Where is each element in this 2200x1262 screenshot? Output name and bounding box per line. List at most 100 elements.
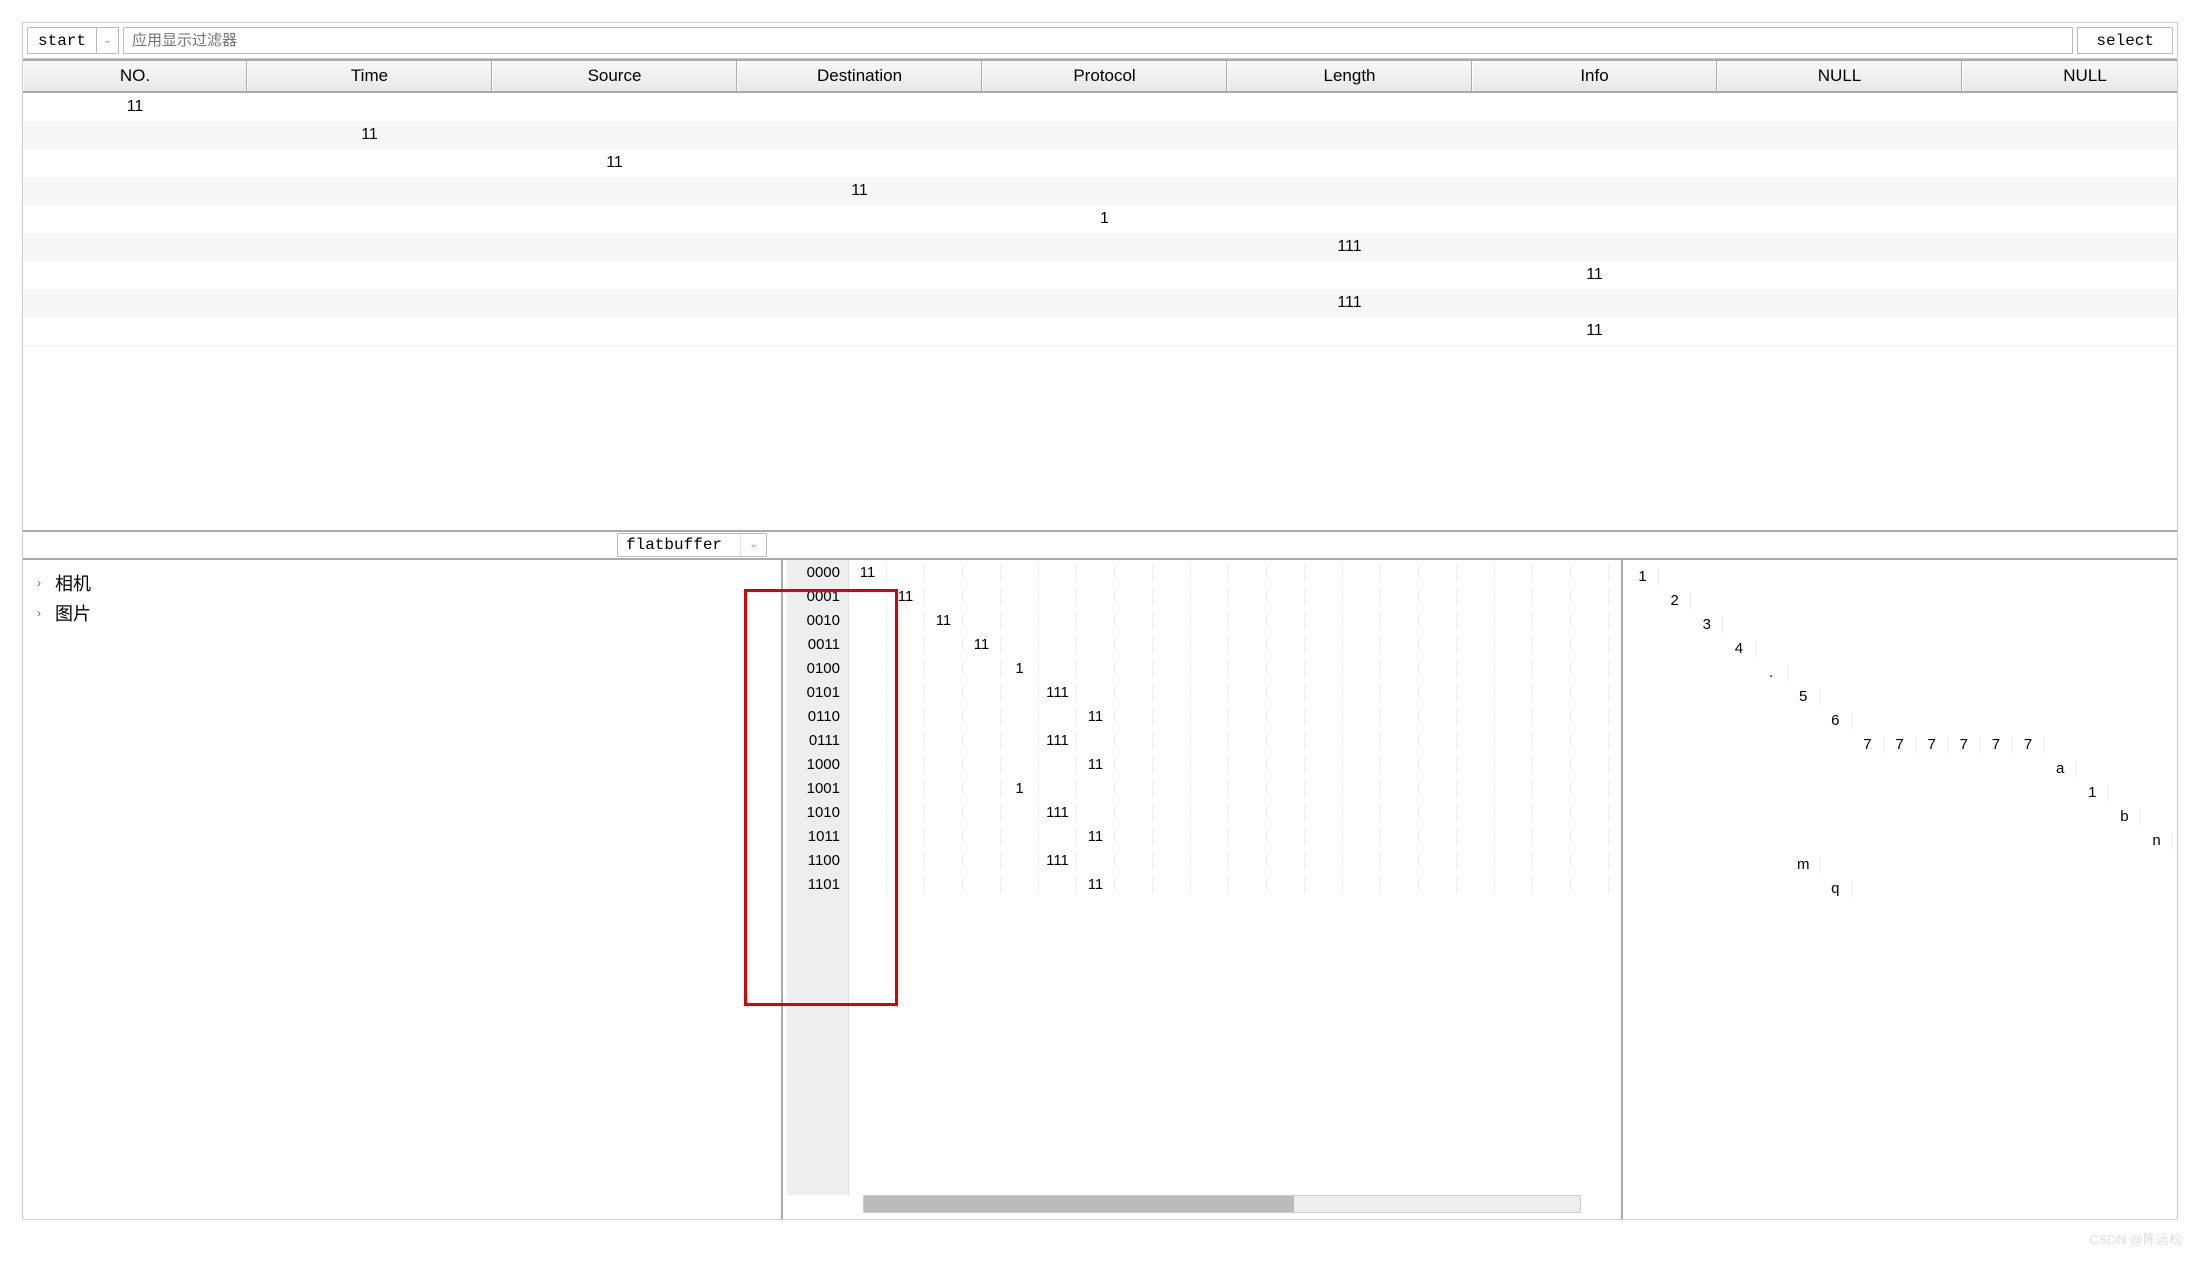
start-button[interactable]: start	[27, 27, 97, 54]
hex-cell	[1191, 636, 1229, 653]
hex-cell	[849, 588, 887, 605]
hex-row[interactable]: 01001	[787, 656, 1621, 680]
hex-row[interactable]: 0101111	[787, 680, 1621, 704]
hex-offset: 0011	[787, 636, 849, 653]
hex-cell	[1191, 852, 1229, 869]
hex-cell	[1191, 804, 1229, 821]
column-header[interactable]: Time	[247, 61, 492, 91]
start-dropdown[interactable]: ⌄	[97, 27, 119, 54]
column-header[interactable]: Length	[1227, 61, 1472, 91]
hex-cell	[849, 684, 887, 701]
hex-cell	[1191, 564, 1229, 581]
scrollbar-thumb[interactable]	[864, 1196, 1294, 1212]
ascii-row: a	[1627, 756, 2173, 780]
table-row[interactable]: 11	[23, 317, 2177, 345]
hex-cell	[1343, 780, 1381, 797]
tree-item[interactable]: ›相机	[33, 568, 771, 598]
ascii-row: 5	[1627, 684, 2173, 708]
hex-cell	[1381, 876, 1419, 893]
hex-cell	[1305, 804, 1343, 821]
hex-cell	[1495, 852, 1533, 869]
hex-cell	[1191, 732, 1229, 749]
hex-panel[interactable]: 0000110001110010110011110100101011110110…	[783, 560, 1623, 1219]
hex-offset: 0010	[787, 612, 849, 629]
filter-input[interactable]	[123, 27, 2073, 54]
ascii-panel[interactable]: 1234.56777777a1bnmq	[1623, 560, 2177, 1219]
hex-cell: 11	[1077, 828, 1115, 845]
tree-item[interactable]: ›图片	[33, 598, 771, 628]
ascii-cell: 7	[1916, 736, 1948, 753]
hex-cell	[1229, 708, 1267, 725]
hex-cell	[1191, 876, 1229, 893]
hex-cell	[1077, 660, 1115, 677]
hex-row[interactable]: 1100111	[787, 848, 1621, 872]
table-row[interactable]: 1	[23, 205, 2177, 233]
hex-cell	[1153, 612, 1191, 629]
hex-row[interactable]: 000111	[787, 584, 1621, 608]
hex-cell	[1381, 732, 1419, 749]
table-row[interactable]: 111	[23, 233, 2177, 261]
hex-cell	[1153, 828, 1191, 845]
hex-row[interactable]: 110111	[787, 872, 1621, 896]
hex-cell	[1077, 588, 1115, 605]
hex-row[interactable]: 000011	[787, 560, 1621, 584]
hex-cell	[1039, 708, 1077, 725]
hex-cell	[925, 852, 963, 869]
hex-cell	[925, 828, 963, 845]
hex-cell	[963, 708, 1001, 725]
hex-scrollbar[interactable]	[863, 1195, 1581, 1213]
hex-row[interactable]: 101111	[787, 824, 1621, 848]
hex-cell	[1001, 564, 1039, 581]
hex-cell	[1267, 708, 1305, 725]
column-header[interactable]: Destination	[737, 61, 982, 91]
hex-cell	[1457, 852, 1495, 869]
table-row[interactable]: 11	[23, 149, 2177, 177]
hex-row[interactable]: 001111	[787, 632, 1621, 656]
hex-cell	[849, 756, 887, 773]
hex-cell	[1381, 684, 1419, 701]
hex-cell	[887, 828, 925, 845]
hex-cell	[887, 756, 925, 773]
select-button[interactable]: select	[2077, 27, 2173, 54]
hex-cell	[1115, 804, 1153, 821]
hex-cell	[849, 876, 887, 893]
hex-row[interactable]: 10011	[787, 776, 1621, 800]
flatbuffer-dropdown[interactable]: ⌄	[740, 534, 766, 556]
hex-cell	[1381, 804, 1419, 821]
flatbuffer-combo[interactable]: flatbuffer ⌄	[617, 533, 767, 557]
hex-cell	[1153, 564, 1191, 581]
ascii-row: n	[1627, 828, 2173, 852]
hex-row[interactable]: 0111111	[787, 728, 1621, 752]
hex-cell	[1305, 708, 1343, 725]
hex-cell	[1191, 780, 1229, 797]
hex-cell	[1115, 852, 1153, 869]
hex-cell	[1533, 684, 1571, 701]
column-header[interactable]: Info	[1472, 61, 1717, 91]
column-header[interactable]: Source	[492, 61, 737, 91]
hex-cell	[1571, 780, 1609, 797]
hex-cell	[1419, 780, 1457, 797]
table-row[interactable]: 11	[23, 177, 2177, 205]
hex-cell	[1495, 684, 1533, 701]
hex-cell	[1495, 636, 1533, 653]
hex-row[interactable]: 001011	[787, 608, 1621, 632]
hex-row[interactable]: 011011	[787, 704, 1621, 728]
table-row[interactable]: 11	[23, 261, 2177, 289]
ascii-cell: 7	[1852, 736, 1884, 753]
tree-item-label: 图片	[55, 600, 91, 626]
hex-cell	[1305, 780, 1343, 797]
hex-cell	[1495, 804, 1533, 821]
hex-cell	[1001, 636, 1039, 653]
table-row[interactable]: 11	[23, 121, 2177, 149]
table-row[interactable]: 11	[23, 93, 2177, 121]
grid-body[interactable]: 1111111111111111111	[23, 93, 2177, 345]
hex-row[interactable]: 100011	[787, 752, 1621, 776]
hex-row[interactable]: 1010111	[787, 800, 1621, 824]
tree-panel[interactable]: ›相机›图片	[23, 560, 783, 1219]
hex-cell: 1	[1001, 780, 1039, 797]
column-header[interactable]: NULL	[1717, 61, 1962, 91]
table-row[interactable]: 111	[23, 289, 2177, 317]
column-header[interactable]: NULL	[1962, 61, 2200, 91]
column-header[interactable]: Protocol	[982, 61, 1227, 91]
column-header[interactable]: NO.	[23, 61, 247, 91]
